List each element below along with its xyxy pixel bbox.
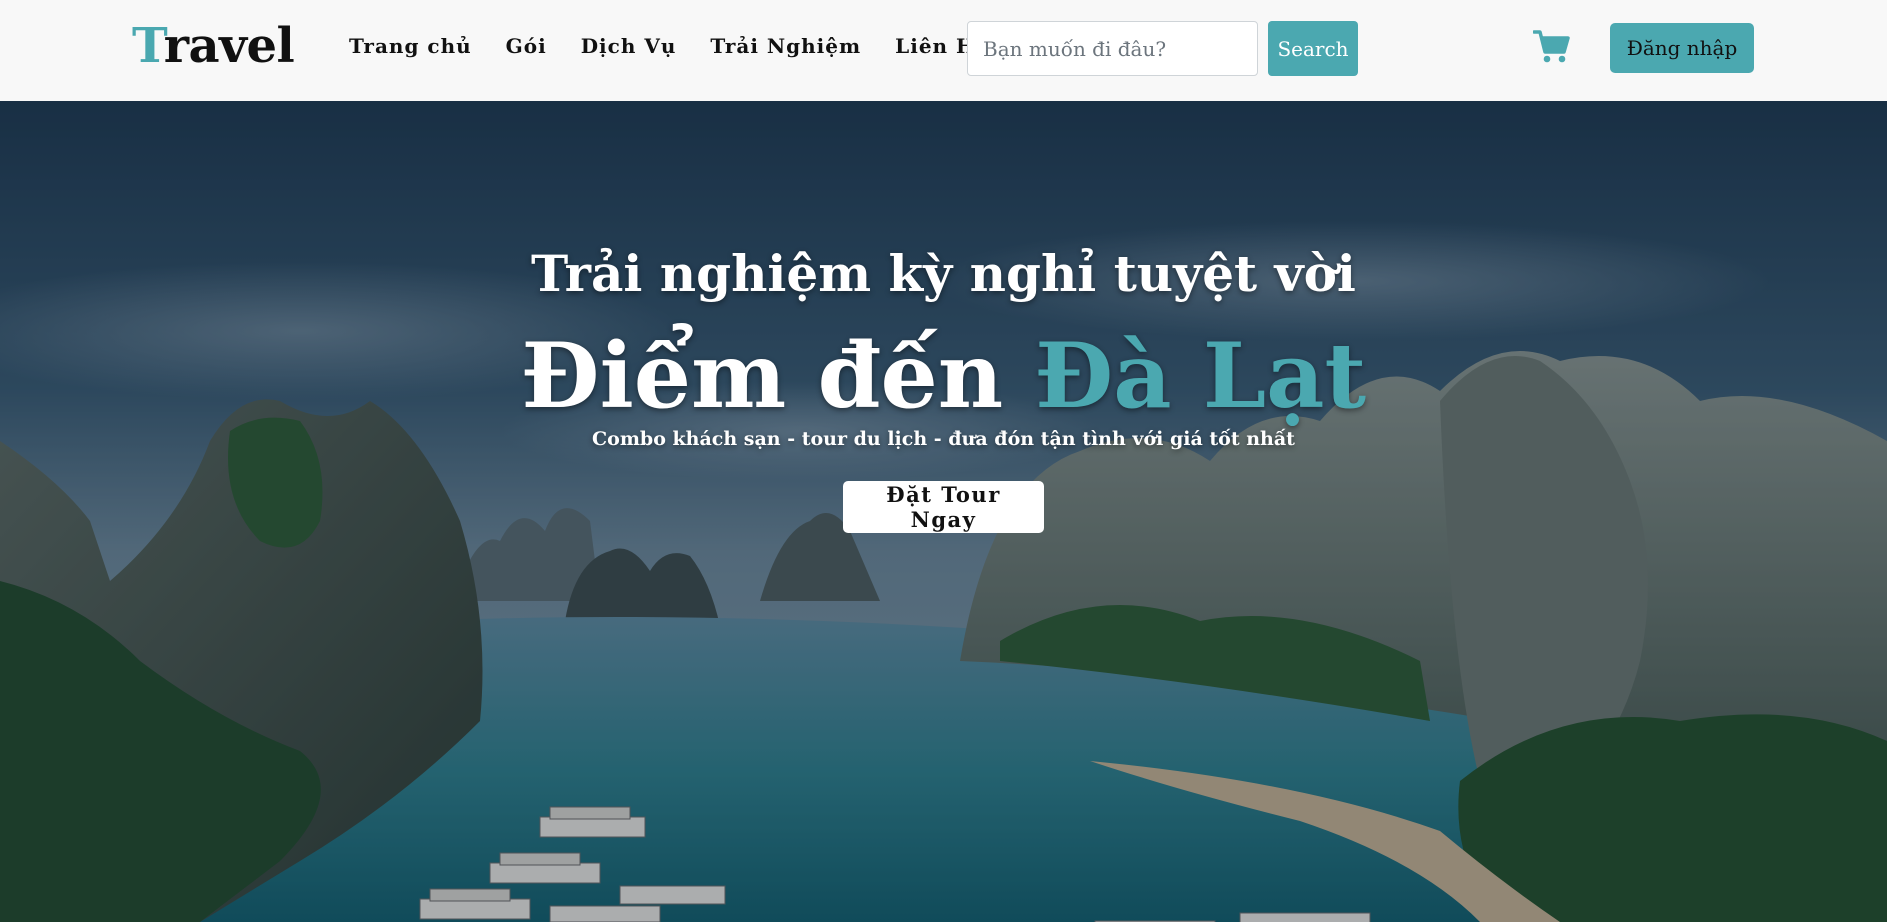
hero-tagline: Trải nghiệm kỳ nghỉ tuyệt vời — [531, 244, 1356, 303]
book-tour-button[interactable]: Đặt Tour Ngay — [843, 481, 1044, 533]
hero-headline-destination: Đà Lạt — [1034, 323, 1367, 429]
site-logo[interactable]: Travel — [132, 18, 295, 74]
hero-headline-prefix: Điểm đến — [520, 323, 1004, 429]
hero-section: Trải nghiệm kỳ nghỉ tuyệt vời Điểm đến Đ… — [0, 101, 1887, 922]
login-button[interactable]: Đăng nhập — [1610, 23, 1754, 73]
nav-link-services[interactable]: Dịch Vụ — [581, 28, 677, 64]
nav-link-home[interactable]: Trang chủ — [349, 28, 472, 64]
nav-link-packages[interactable]: Gói — [506, 28, 547, 64]
main-nav: Trang chủ Gói Dịch Vụ Trải Nghiệm Liên H… — [349, 28, 1024, 64]
hero-headline: Điểm đến Đà Lạt — [0, 321, 1887, 431]
logo-text: ravel — [163, 18, 295, 74]
hero-subtitle: Combo khách sạn - tour du lịch - đưa đón… — [592, 428, 1295, 450]
nav-link-experiences[interactable]: Trải Nghiệm — [710, 28, 861, 64]
logo-accent-letter: T — [132, 18, 164, 74]
shopping-cart-icon[interactable] — [1533, 28, 1571, 66]
top-navbar: Travel Trang chủ Gói Dịch Vụ Trải Nghiệm… — [0, 0, 1887, 101]
search-input[interactable] — [967, 21, 1258, 76]
search-button[interactable]: Search — [1268, 21, 1358, 76]
